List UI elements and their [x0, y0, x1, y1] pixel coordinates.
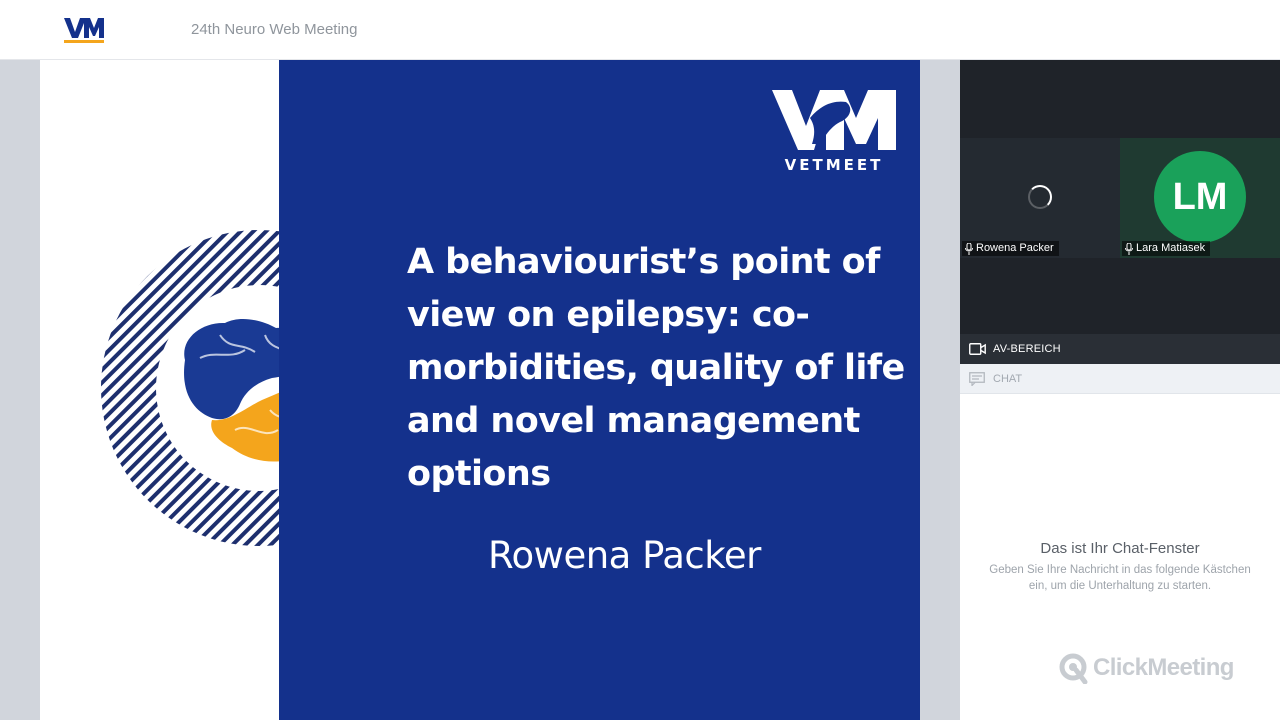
presentation-stage: VETMEET A behaviourist’s point of view o…: [0, 60, 960, 720]
chat-section-label: CHAT: [993, 373, 1023, 385]
av-section-label: AV-BEREICH: [993, 343, 1061, 355]
participant-name: Lara Matiasek: [1136, 242, 1206, 254]
presentation-slide: VETMEET A behaviourist’s point of view o…: [40, 60, 920, 720]
av-section-header[interactable]: AV-BEREICH: [960, 334, 1280, 364]
camera-icon: [969, 343, 986, 355]
vetmeet-logo-icon: [30, 14, 150, 46]
chat-section-header[interactable]: CHAT: [960, 364, 1280, 394]
clickmeeting-logo-icon: [1059, 653, 1088, 684]
chat-empty-description: Geben Sie Ihre Nachricht in das folgende…: [989, 564, 1251, 592]
top-bar: 24th Neuro Web Meeting: [0, 0, 1280, 60]
chat-empty-title: Das ist Ihr Chat-Fenster: [1040, 540, 1200, 557]
microphone-icon: [965, 242, 973, 255]
slide-author: Rowena Packer: [488, 534, 761, 577]
chat-panel: Das ist Ihr Chat-Fenster Geben Sie Ihre …: [960, 394, 1280, 720]
microphone-icon: [1125, 242, 1133, 255]
av-panel: Rowena Packer LM Lara Matiasek AV-BEREIC…: [960, 60, 1280, 364]
participant-tile[interactable]: Rowena Packer: [960, 138, 1120, 258]
chat-icon: [969, 372, 985, 386]
avatar: LM: [1154, 151, 1246, 243]
brain-illustration: [101, 230, 279, 546]
participant-name: Rowena Packer: [976, 242, 1054, 254]
svg-text:VETMEET: VETMEET: [785, 156, 884, 174]
meeting-title: 24th Neuro Web Meeting: [191, 21, 358, 38]
participant-label: Lara Matiasek: [1122, 241, 1211, 256]
brand-name: ClickMeeting: [1093, 654, 1234, 681]
clickmeeting-brand: ClickMeeting: [1058, 652, 1234, 684]
vetmeet-logo-icon: VETMEET: [772, 90, 896, 174]
participant-label: Rowena Packer: [962, 241, 1059, 256]
slide-title: A behaviourist’s point of view on epilep…: [407, 242, 905, 494]
loading-spinner-icon: [1028, 185, 1052, 209]
participant-tile[interactable]: LM Lara Matiasek: [1120, 138, 1280, 258]
